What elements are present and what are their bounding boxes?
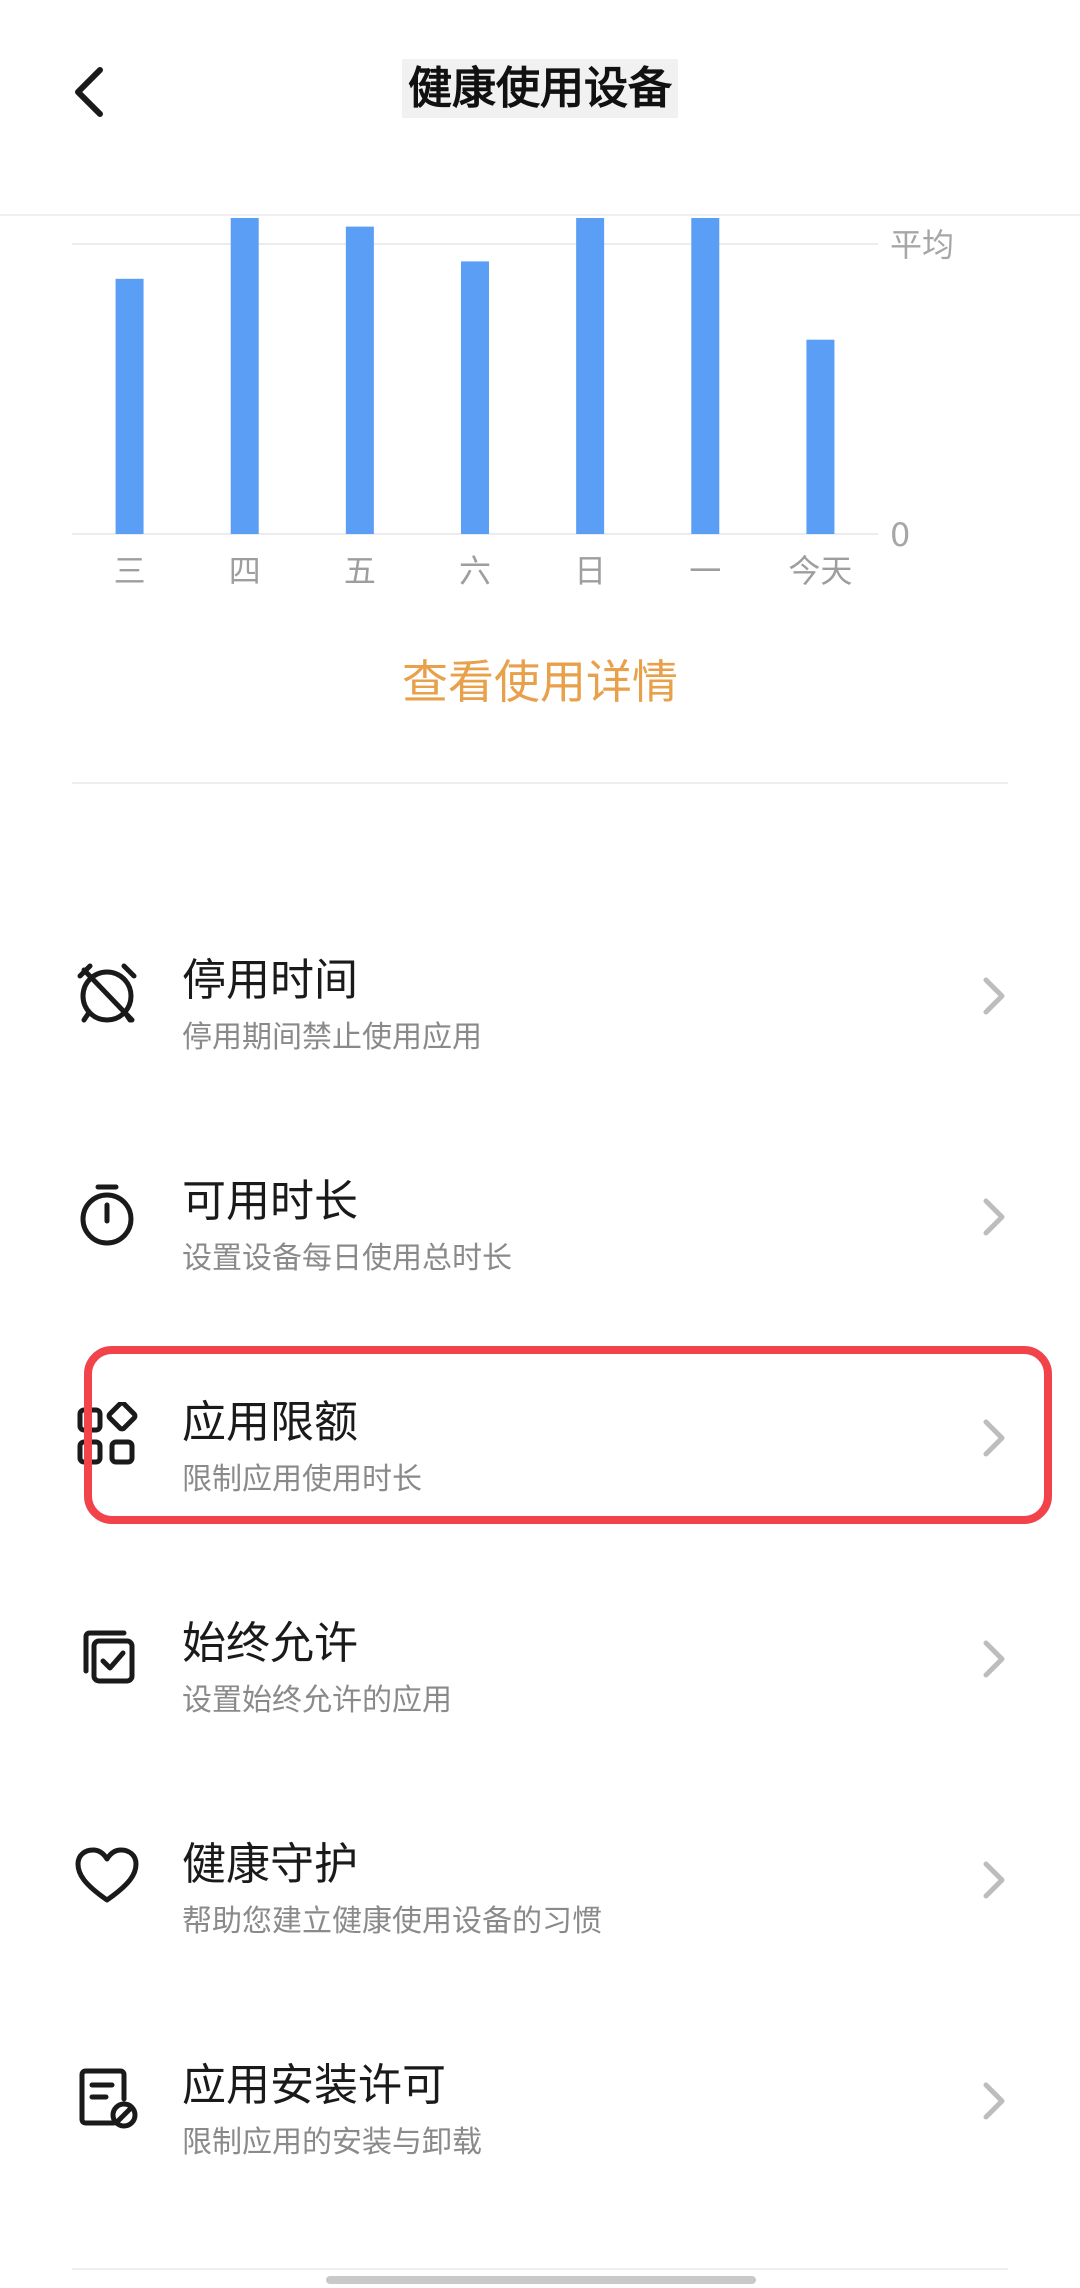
menu-item-subtitle: 限制应用的安装与卸载	[182, 2125, 482, 2160]
usage-chart: 平均 0 三 四 五 六 日 一 今天	[0, 214, 1080, 614]
install-block-icon	[79, 2068, 138, 2129]
y-label-average: 平均	[890, 226, 954, 264]
page-title: 健康使用设备	[0, 52, 1080, 118]
menu-item-subtitle: 设置设备每日使用总时长	[182, 1241, 512, 1276]
chevron-right-icon	[983, 1198, 1005, 1236]
chart-bar[interactable]	[345, 226, 374, 534]
chevron-right-icon	[983, 2082, 1005, 2120]
view-usage-details-link[interactable]: 查看使用详情	[0, 646, 1080, 712]
app-grid-icon	[77, 1402, 138, 1465]
settings-menu: 停用时间 停用期间禁止使用应用 可用时长 设置设备每日使用总时长 应用限额 限制…	[0, 888, 1080, 2214]
chevron-right-icon	[983, 1861, 1005, 1899]
menu-item-title: 始终允许	[182, 1618, 358, 1669]
menu-item-available-time[interactable]: 可用时长 设置设备每日使用总时长	[0, 1109, 1080, 1330]
menu-item-subtitle: 设置始终允许的应用	[182, 1683, 452, 1718]
bottom-divider	[72, 2268, 1008, 2270]
x-tick-label: 四	[229, 552, 261, 590]
menu-item-title: 健康守护	[182, 1839, 358, 1890]
y-label-zero: 0	[890, 516, 910, 554]
x-tick-label: 三	[114, 552, 146, 590]
x-tick-label: 日	[574, 552, 606, 590]
chart-bar[interactable]	[115, 278, 144, 534]
top-bar: 健康使用设备	[0, 0, 1080, 216]
chevron-right-icon	[983, 977, 1005, 1015]
chart-bar[interactable]	[461, 261, 489, 534]
menu-item-title: 应用安装许可	[182, 2060, 446, 2111]
menu-item-subtitle: 停用期间禁止使用应用	[182, 1020, 482, 1055]
menu-item-subtitle: 限制应用使用时长	[182, 1462, 422, 1497]
menu-item-always-allowed[interactable]: 始终允许 设置始终允许的应用	[0, 1551, 1080, 1772]
chevron-right-icon	[983, 1419, 1005, 1457]
chart-bar[interactable]	[806, 339, 835, 534]
menu-item-title: 可用时长	[182, 1176, 358, 1227]
home-indicator[interactable]	[326, 2276, 756, 2284]
x-tick-label: 一	[689, 552, 721, 590]
chart-bar[interactable]	[691, 218, 720, 534]
chevron-right-icon	[983, 1640, 1005, 1678]
x-tick-label: 六	[459, 552, 491, 590]
check-copy-icon	[83, 1630, 135, 1684]
alarm-off-icon	[77, 963, 137, 1023]
menu-item-install-permission[interactable]: 应用安装许可 限制应用的安装与卸载	[0, 1993, 1080, 2214]
usage-bar-chart: 平均 0 三 四 五 六 日 一 今天	[72, 218, 954, 590]
chart-bar[interactable]	[230, 218, 259, 534]
menu-item-app-limits[interactable]: 应用限额 限制应用使用时长	[0, 1330, 1080, 1551]
heart-icon	[75, 1847, 139, 1903]
menu-item-title: 停用时间	[182, 955, 358, 1006]
x-tick-label: 今天	[788, 552, 852, 590]
divider	[72, 782, 1008, 784]
menu-item-downtime[interactable]: 停用时间 停用期间禁止使用应用	[0, 888, 1080, 1109]
menu-item-subtitle: 帮助您建立健康使用设备的习惯	[182, 1904, 602, 1939]
menu-item-title: 应用限额	[182, 1397, 358, 1448]
page-title-text: 健康使用设备	[402, 59, 678, 118]
menu-item-health-guard[interactable]: 健康守护 帮助您建立健康使用设备的习惯	[0, 1772, 1080, 1993]
timer-icon	[80, 1184, 134, 1246]
chart-bar[interactable]	[576, 218, 605, 534]
x-tick-label: 五	[344, 552, 376, 590]
